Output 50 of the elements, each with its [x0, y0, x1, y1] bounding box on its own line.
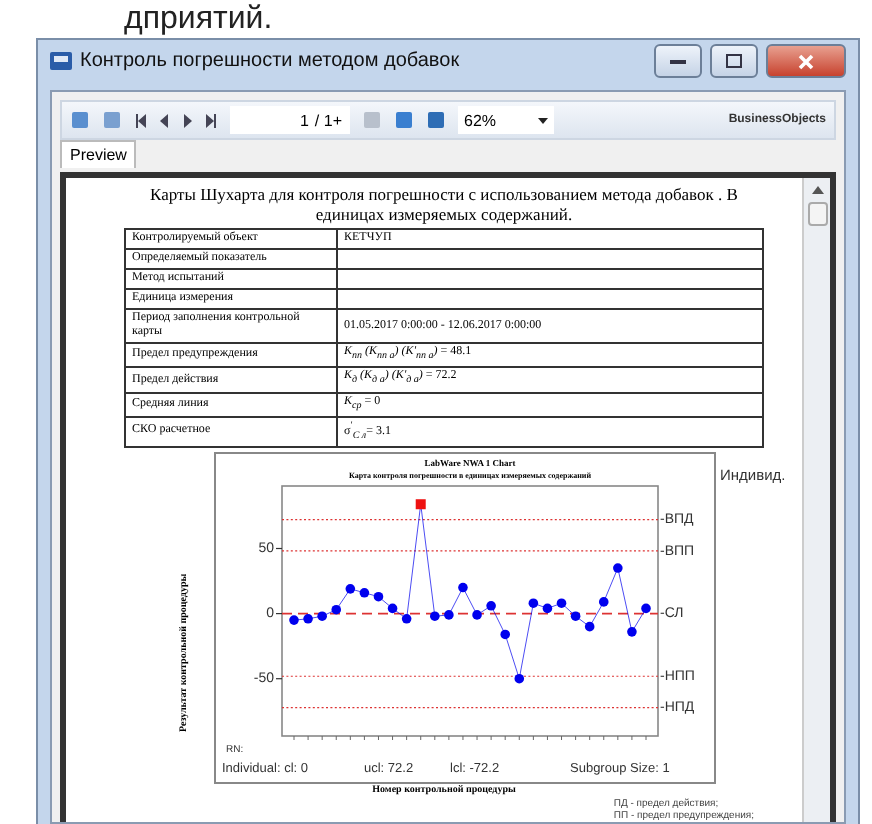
scrollbar[interactable] [802, 178, 830, 822]
data-point [613, 563, 623, 573]
data-point [598, 597, 609, 607]
out-of-control-point [415, 499, 426, 510]
scroll-up-icon[interactable] [811, 186, 823, 195]
report-title: Карты Шухарта для контроля погрешности с использованием метода добавок . В единицах измеряемых содержаний. [148, 184, 740, 225]
data-point [556, 598, 567, 608]
data-point [387, 603, 398, 614]
tab[interactable]: Preview [60, 140, 137, 169]
data-point [641, 603, 651, 614]
data-point [486, 601, 496, 611]
data-point [472, 610, 482, 620]
data-point [331, 604, 342, 615]
background-heading: дприятий. [122, 0, 275, 38]
first-page-icon[interactable] [134, 113, 146, 128]
y-tick-mark [275, 547, 283, 550]
minimize-icon [670, 58, 686, 65]
zoom-dropdown[interactable]: 62% [458, 106, 554, 135]
next-page-icon[interactable] [182, 113, 194, 128]
data-point [542, 603, 553, 614]
last-page-icon[interactable] [206, 113, 218, 128]
data-point [500, 629, 510, 640]
caret-icon [538, 117, 548, 124]
maximize-button[interactable] [710, 44, 758, 79]
window-title: Контроль погрешности методом добавок [80, 50, 462, 73]
app-icon [50, 52, 72, 71]
data-point [303, 614, 313, 624]
close-icon [798, 53, 814, 70]
data-point [528, 598, 539, 608]
data-point [430, 611, 440, 621]
page-field[interactable]: 1 / 1+ [230, 106, 350, 135]
data-point [289, 615, 299, 625]
data-point [317, 611, 327, 621]
close-button[interactable] [766, 44, 846, 79]
data-point [458, 582, 468, 593]
data-point [345, 584, 356, 594]
minimize-button[interactable] [654, 44, 702, 79]
data-point [570, 611, 581, 621]
maximize-icon [726, 54, 742, 69]
data-point [584, 621, 595, 632]
y-tick-mark [275, 613, 283, 615]
previous-page-icon[interactable] [158, 113, 170, 128]
data-point [514, 673, 525, 684]
data-point [627, 627, 637, 637]
scroll-thumb[interactable] [807, 202, 827, 227]
data-point [401, 614, 412, 624]
data-point [373, 591, 384, 602]
data-point [444, 610, 454, 620]
data-point [359, 587, 370, 598]
y-tick-mark [275, 678, 283, 680]
